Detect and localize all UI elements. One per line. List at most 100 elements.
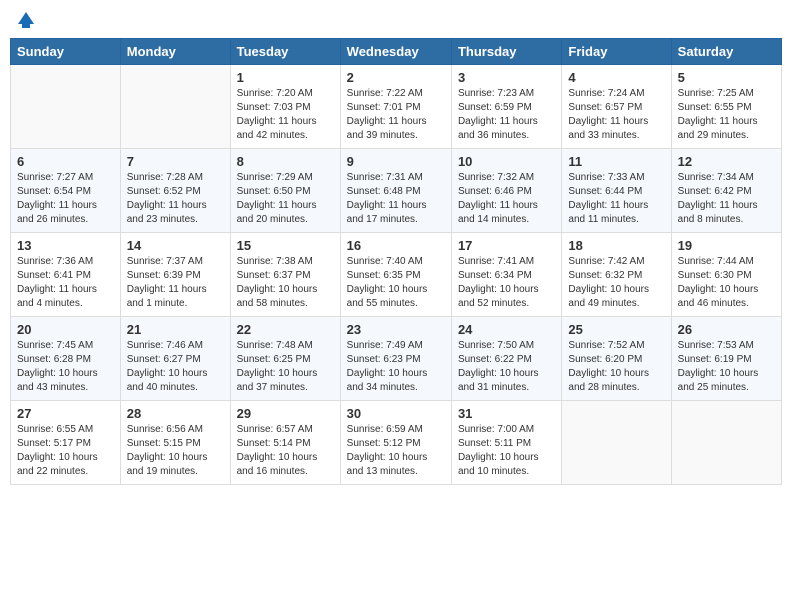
day-number: 16 [347, 238, 445, 253]
day-number: 28 [127, 406, 224, 421]
calendar-cell: 14 Sunrise: 7:37 AM Sunset: 6:39 PM Dayli… [120, 233, 230, 317]
day-info: Sunrise: 7:25 AM Sunset: 6:55 PM Dayligh… [678, 87, 775, 143]
calendar-cell: 7 Sunrise: 7:28 AM Sunset: 6:52 PM Daylig… [120, 149, 230, 233]
day-number: 3 [458, 70, 555, 85]
calendar-cell: 1 Sunrise: 7:20 AM Sunset: 7:03 PM Daylig… [230, 65, 340, 149]
logo [14, 10, 36, 30]
day-number: 9 [347, 154, 445, 169]
day-info: Sunrise: 7:29 AM Sunset: 6:50 PM Dayligh… [237, 171, 334, 227]
page-header [10, 10, 782, 30]
calendar-cell: 13 Sunrise: 7:36 AM Sunset: 6:41 PM Dayli… [11, 233, 121, 317]
calendar-cell: 22Sunrise: 7:48 AM Sunset: 6:25 PM Dayli… [230, 317, 340, 401]
calendar-cell: 23 Sunrise: 7:49 AM Sunset: 6:23 PM Dayli… [340, 317, 451, 401]
day-number: 6 [17, 154, 114, 169]
calendar-table: SundayMondayTuesdayWednesdayThursdayFrid… [10, 38, 782, 485]
day-number: 21 [127, 322, 224, 337]
day-info: Sunrise: 6:56 AM Sunset: 5:15 PM Dayligh… [127, 423, 224, 479]
day-number: 7 [127, 154, 224, 169]
calendar-weekday-header: Saturday [671, 39, 781, 65]
day-number: 31 [458, 406, 555, 421]
day-number: 17 [458, 238, 555, 253]
calendar-header-row: SundayMondayTuesdayWednesdayThursdayFrid… [11, 39, 782, 65]
day-info: Sunrise: 7:44 AM Sunset: 6:30 PM Dayligh… [678, 255, 775, 311]
calendar-cell: 30Sunrise: 6:59 AM Sunset: 5:12 PM Dayli… [340, 401, 451, 485]
day-number: 29 [237, 406, 334, 421]
day-info: Sunrise: 7:52 AM Sunset: 6:20 PM Dayligh… [568, 339, 664, 395]
day-number: 23 [347, 322, 445, 337]
day-number: 30 [347, 406, 445, 421]
calendar-week-row: 20 Sunrise: 7:45 AM Sunset: 6:28 PM Dayli… [11, 317, 782, 401]
calendar-week-row: 6 Sunrise: 7:27 AM Sunset: 6:54 PM Daylig… [11, 149, 782, 233]
day-number: 10 [458, 154, 555, 169]
day-number: 27 [17, 406, 114, 421]
calendar-cell: 21 Sunrise: 7:46 AM Sunset: 6:27 PM Dayli… [120, 317, 230, 401]
day-info: Sunrise: 7:34 AM Sunset: 6:42 PM Dayligh… [678, 171, 775, 227]
calendar-cell: 31Sunrise: 7:00 AM Sunset: 5:11 PM Dayli… [451, 401, 561, 485]
calendar-week-row: 1 Sunrise: 7:20 AM Sunset: 7:03 PM Daylig… [11, 65, 782, 149]
day-info: Sunrise: 7:53 AM Sunset: 6:19 PM Dayligh… [678, 339, 775, 395]
day-info: Sunrise: 7:27 AM Sunset: 6:54 PM Dayligh… [17, 171, 114, 227]
day-info: Sunrise: 7:41 AM Sunset: 6:34 PM Dayligh… [458, 255, 555, 311]
calendar-cell: 17 Sunrise: 7:41 AM Sunset: 6:34 PM Dayli… [451, 233, 561, 317]
day-number: 25 [568, 322, 664, 337]
day-info: Sunrise: 7:23 AM Sunset: 6:59 PM Dayligh… [458, 87, 555, 143]
calendar-weekday-header: Tuesday [230, 39, 340, 65]
calendar-cell: 8Sunrise: 7:29 AM Sunset: 6:50 PM Daylig… [230, 149, 340, 233]
calendar-week-row: 27 Sunrise: 6:55 AM Sunset: 5:17 PM Dayli… [11, 401, 782, 485]
day-info: Sunrise: 7:33 AM Sunset: 6:44 PM Dayligh… [568, 171, 664, 227]
day-number: 18 [568, 238, 664, 253]
calendar-cell [562, 401, 671, 485]
calendar-weekday-header: Sunday [11, 39, 121, 65]
day-info: Sunrise: 7:28 AM Sunset: 6:52 PM Dayligh… [127, 171, 224, 227]
calendar-cell: 10 Sunrise: 7:32 AM Sunset: 6:46 PM Dayli… [451, 149, 561, 233]
calendar-cell: 6 Sunrise: 7:27 AM Sunset: 6:54 PM Daylig… [11, 149, 121, 233]
calendar-cell: 27 Sunrise: 6:55 AM Sunset: 5:17 PM Dayli… [11, 401, 121, 485]
calendar-cell: 4 Sunrise: 7:24 AM Sunset: 6:57 PM Daylig… [562, 65, 671, 149]
calendar-cell: 2 Sunrise: 7:22 AM Sunset: 7:01 PM Daylig… [340, 65, 451, 149]
day-number: 26 [678, 322, 775, 337]
day-number: 1 [237, 70, 334, 85]
day-number: 2 [347, 70, 445, 85]
day-number: 13 [17, 238, 114, 253]
day-info: Sunrise: 6:55 AM Sunset: 5:17 PM Dayligh… [17, 423, 114, 479]
day-info: Sunrise: 7:46 AM Sunset: 6:27 PM Dayligh… [127, 339, 224, 395]
day-number: 11 [568, 154, 664, 169]
calendar-weekday-header: Wednesday [340, 39, 451, 65]
day-info: Sunrise: 7:45 AM Sunset: 6:28 PM Dayligh… [17, 339, 114, 395]
calendar-cell: 19Sunrise: 7:44 AM Sunset: 6:30 PM Dayli… [671, 233, 781, 317]
day-info: Sunrise: 7:20 AM Sunset: 7:03 PM Dayligh… [237, 87, 334, 143]
day-info: Sunrise: 7:42 AM Sunset: 6:32 PM Dayligh… [568, 255, 664, 311]
day-info: Sunrise: 6:57 AM Sunset: 5:14 PM Dayligh… [237, 423, 334, 479]
calendar-cell: 24 Sunrise: 7:50 AM Sunset: 6:22 PM Dayli… [451, 317, 561, 401]
day-number: 20 [17, 322, 114, 337]
calendar-weekday-header: Friday [562, 39, 671, 65]
calendar-cell: 11 Sunrise: 7:33 AM Sunset: 6:44 PM Dayli… [562, 149, 671, 233]
day-number: 4 [568, 70, 664, 85]
calendar-cell: 3 Sunrise: 7:23 AM Sunset: 6:59 PM Daylig… [451, 65, 561, 149]
day-info: Sunrise: 7:32 AM Sunset: 6:46 PM Dayligh… [458, 171, 555, 227]
calendar-cell [671, 401, 781, 485]
calendar-cell [120, 65, 230, 149]
day-number: 12 [678, 154, 775, 169]
day-info: Sunrise: 7:40 AM Sunset: 6:35 PM Dayligh… [347, 255, 445, 311]
day-number: 24 [458, 322, 555, 337]
calendar-cell: 29 Sunrise: 6:57 AM Sunset: 5:14 PM Dayli… [230, 401, 340, 485]
day-info: Sunrise: 7:22 AM Sunset: 7:01 PM Dayligh… [347, 87, 445, 143]
calendar-cell: 25 Sunrise: 7:52 AM Sunset: 6:20 PM Dayli… [562, 317, 671, 401]
calendar-cell: 28 Sunrise: 6:56 AM Sunset: 5:15 PM Dayli… [120, 401, 230, 485]
day-number: 22 [237, 322, 334, 337]
day-info: Sunrise: 7:49 AM Sunset: 6:23 PM Dayligh… [347, 339, 445, 395]
day-info: Sunrise: 7:37 AM Sunset: 6:39 PM Dayligh… [127, 255, 224, 311]
calendar-week-row: 13 Sunrise: 7:36 AM Sunset: 6:41 PM Dayli… [11, 233, 782, 317]
calendar-cell: 9Sunrise: 7:31 AM Sunset: 6:48 PM Daylig… [340, 149, 451, 233]
day-info: Sunrise: 7:38 AM Sunset: 6:37 PM Dayligh… [237, 255, 334, 311]
calendar-cell: 20 Sunrise: 7:45 AM Sunset: 6:28 PM Dayli… [11, 317, 121, 401]
day-number: 14 [127, 238, 224, 253]
day-info: Sunrise: 7:24 AM Sunset: 6:57 PM Dayligh… [568, 87, 664, 143]
calendar-cell: 26 Sunrise: 7:53 AM Sunset: 6:19 PM Dayli… [671, 317, 781, 401]
day-number: 5 [678, 70, 775, 85]
day-info: Sunrise: 7:50 AM Sunset: 6:22 PM Dayligh… [458, 339, 555, 395]
calendar-cell: 15Sunrise: 7:38 AM Sunset: 6:37 PM Dayli… [230, 233, 340, 317]
day-info: Sunrise: 7:36 AM Sunset: 6:41 PM Dayligh… [17, 255, 114, 311]
logo-icon [16, 10, 36, 30]
